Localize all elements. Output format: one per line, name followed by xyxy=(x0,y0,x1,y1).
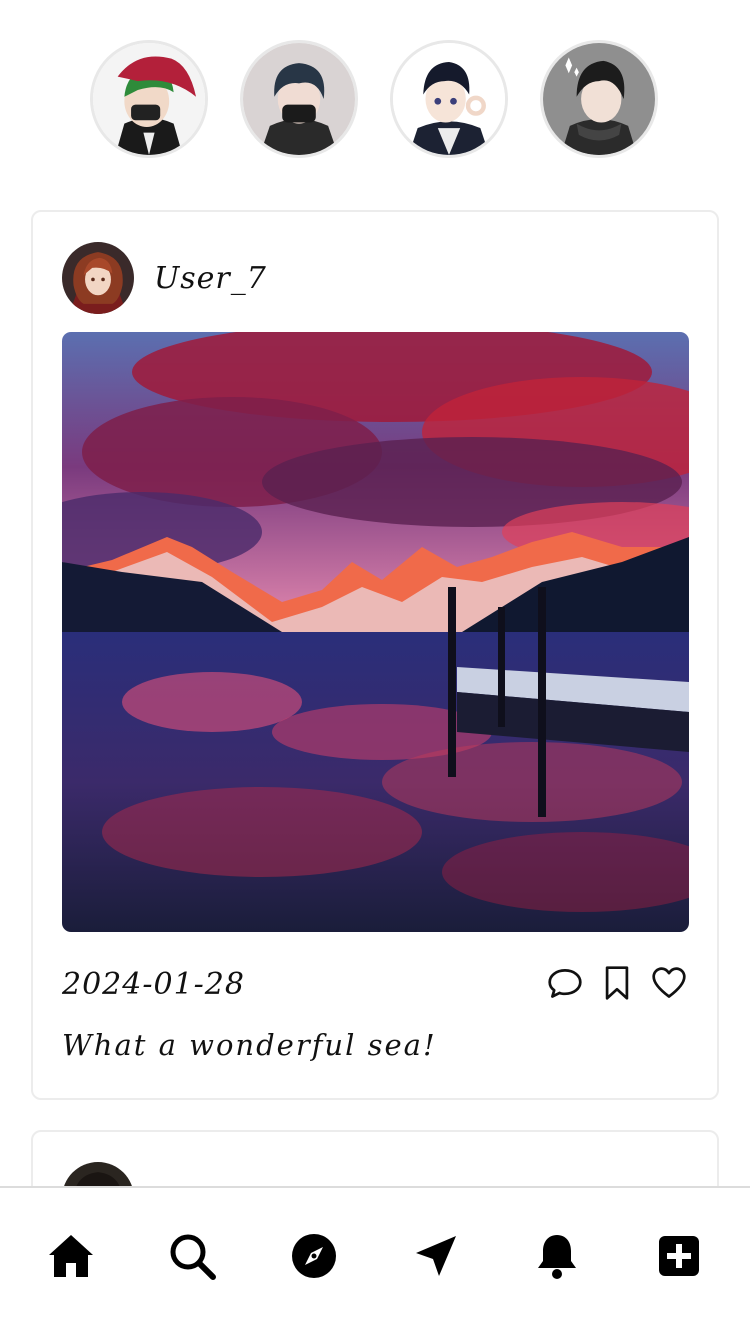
post-header: User_7 xyxy=(62,242,267,314)
bookmark-icon[interactable] xyxy=(599,964,635,1002)
post-image[interactable] xyxy=(62,332,689,932)
stories-row xyxy=(90,40,658,158)
story-avatar[interactable] xyxy=(90,40,208,158)
mountain-lake-sunset-icon xyxy=(62,332,689,932)
post-actions xyxy=(547,964,687,1002)
user-avatar[interactable] xyxy=(62,242,134,314)
nav-search[interactable] xyxy=(162,1226,222,1286)
compass-icon xyxy=(292,1234,337,1278)
bottom-navigation xyxy=(0,1186,750,1334)
nav-notifications[interactable] xyxy=(527,1226,587,1286)
avatar-masked-icon xyxy=(243,43,355,155)
search-icon xyxy=(170,1234,217,1280)
story-avatar[interactable] xyxy=(390,40,508,158)
send-icon xyxy=(415,1236,456,1276)
username[interactable]: User_7 xyxy=(154,261,267,296)
plus-square-icon xyxy=(659,1236,700,1276)
heart-icon[interactable] xyxy=(651,964,687,1002)
post-card: User_7 2024-01-28 What a wonderful sea! xyxy=(31,210,719,1100)
post-caption: What a wonderful sea! xyxy=(62,1028,437,1062)
nav-create[interactable] xyxy=(649,1226,709,1286)
post-date: 2024-01-28 xyxy=(62,967,245,1002)
avatar-red-cap-icon xyxy=(93,43,205,155)
user-avatar-icon xyxy=(62,242,134,314)
nav-explore[interactable] xyxy=(284,1226,344,1286)
story-avatar[interactable] xyxy=(240,40,358,158)
nav-messages[interactable] xyxy=(406,1226,466,1286)
story-avatar[interactable] xyxy=(540,40,658,158)
home-icon xyxy=(48,1235,93,1277)
nav-home[interactable] xyxy=(41,1226,101,1286)
bell-icon xyxy=(538,1235,577,1279)
comment-icon[interactable] xyxy=(547,964,583,1002)
avatar-ok-sign-icon xyxy=(393,43,505,155)
avatar-scarf-icon xyxy=(543,43,655,155)
